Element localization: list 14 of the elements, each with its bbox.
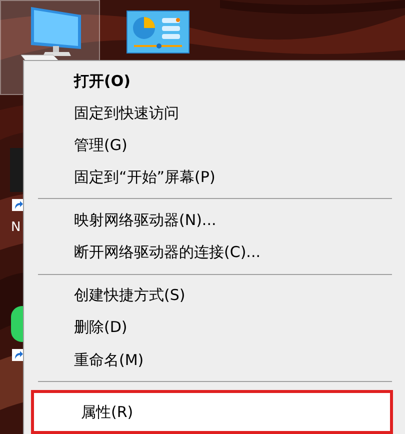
shortcut-arrow-icon xyxy=(12,199,24,211)
menu-item[interactable]: 属性(R) xyxy=(31,390,393,434)
menu-item[interactable]: 映射网络驱动器(N)... xyxy=(24,204,405,236)
menu-item[interactable]: 创建快捷方式(S) xyxy=(24,280,405,312)
menu-item[interactable]: 断开网络驱动器的连接(C)... xyxy=(24,236,405,269)
control-panel-icon[interactable] xyxy=(126,10,190,54)
desktop-icon-label: N xyxy=(11,221,21,234)
menu-item[interactable]: 打开(O) xyxy=(24,65,405,98)
menu-item[interactable]: 重命名(M) xyxy=(24,344,405,376)
menu-item[interactable]: 固定到快速访问 xyxy=(24,97,405,130)
menu-item[interactable]: 删除(D) xyxy=(24,312,405,344)
menu-item[interactable]: 管理(G) xyxy=(24,129,405,162)
menu-item[interactable]: 固定到“开始”屏幕(P) xyxy=(24,161,405,194)
shortcut-arrow-icon xyxy=(12,349,24,361)
